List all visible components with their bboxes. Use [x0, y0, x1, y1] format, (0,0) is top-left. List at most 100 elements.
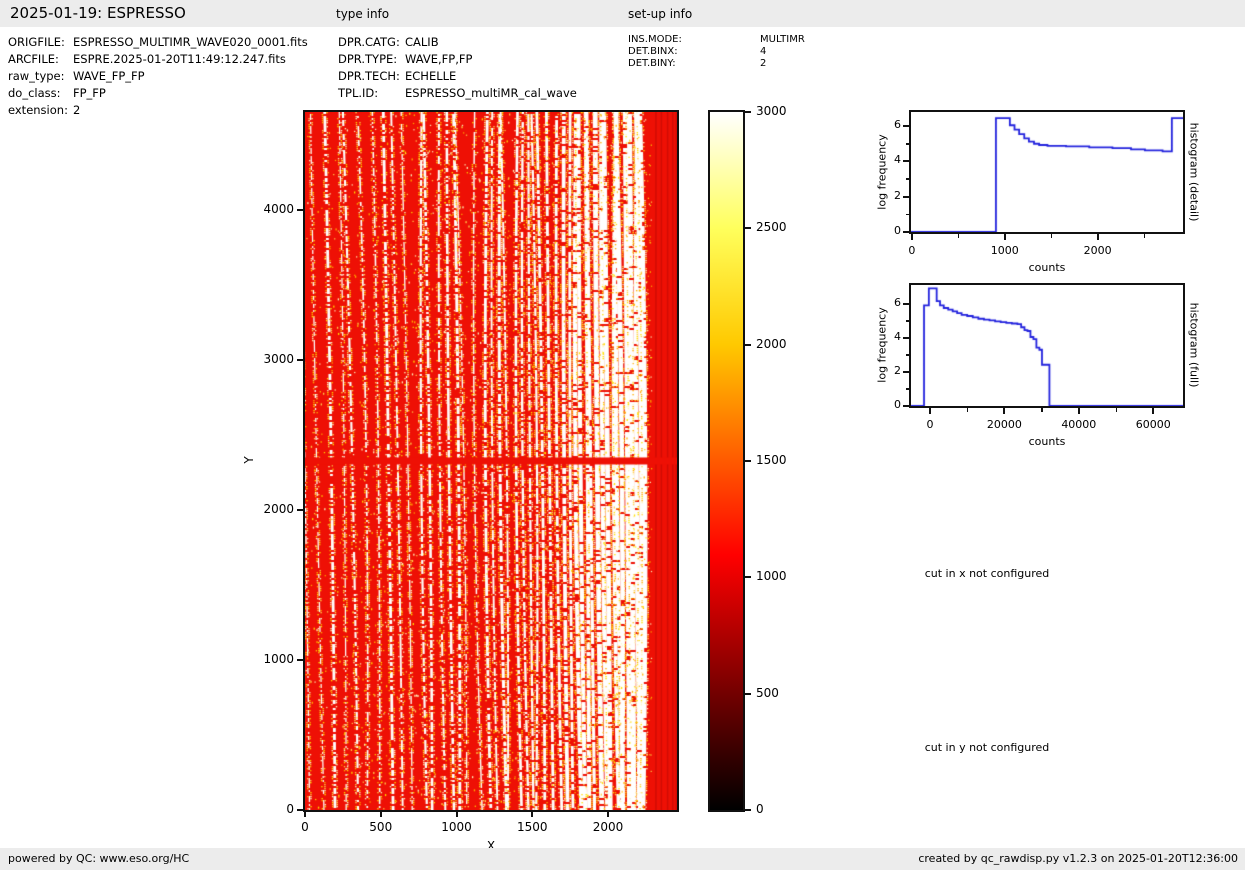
main-y-tick-label: 0	[250, 802, 294, 816]
hist-y-tick-label: 6	[873, 118, 901, 131]
field-label: DPR.TECH:	[338, 69, 400, 83]
hist-x-tick-label: 40000	[1061, 418, 1096, 431]
main-y-tick	[297, 509, 303, 511]
hist-x-tick-label: 2000	[1084, 244, 1112, 257]
colorbar-tick	[743, 111, 751, 113]
page-title: 2025-01-19: ESPRESSO	[10, 4, 186, 22]
main-x-tick-label: 2000	[593, 820, 624, 834]
colorbar-tick	[743, 809, 751, 811]
field-label: do_class:	[8, 86, 61, 100]
main-y-axis-label: Y	[242, 456, 256, 463]
hist-x-tick-label: 20000	[987, 418, 1022, 431]
hist-y-minor-tick	[906, 320, 910, 322]
hist-full-right-label: histogram (full)	[1188, 303, 1201, 388]
field-label: INS.MODE:	[628, 34, 682, 45]
main-x-tick	[304, 812, 306, 817]
field-value: WAVE_FP_FP	[73, 69, 145, 83]
hist-x-tick	[1003, 408, 1005, 414]
main-x-tick-label: 1000	[441, 820, 472, 834]
hist-y-tick	[903, 160, 909, 162]
footer-bar: powered by QC: www.eso.org/HC created by…	[0, 848, 1245, 870]
hist-x-minor-tick	[1041, 408, 1043, 412]
field-value: ECHELLE	[405, 69, 456, 83]
colorbar-tick	[743, 693, 751, 695]
main-x-tick-label: 1500	[517, 820, 548, 834]
type-info-header: type info	[336, 7, 389, 21]
main-x-tick	[456, 812, 458, 817]
footer-right-text: created by qc_rawdisp.py v1.2.3 on 2025-…	[918, 852, 1238, 865]
hist-full-x-label: counts	[1029, 435, 1066, 448]
hist-x-tick	[929, 408, 931, 414]
hist-y-tick	[903, 337, 909, 339]
main-y-tick-label: 3000	[250, 352, 294, 366]
colorbar-tick	[743, 460, 751, 462]
colorbar-tick-label: 0	[756, 802, 764, 816]
field-value: ESPRESSO_MULTIMR_WAVE020_0001.fits	[73, 35, 308, 49]
hist-x-tick-label: 1000	[991, 244, 1019, 257]
hist-detail-right-label: histogram (detail)	[1188, 123, 1201, 222]
colorbar-tick-label: 2500	[756, 220, 787, 234]
main-x-tick	[531, 812, 533, 817]
hist-x-tick-label: 0	[926, 418, 933, 431]
hist-x-tick	[1097, 234, 1099, 240]
colorbar-tick-label: 1500	[756, 453, 787, 467]
field-value: WAVE,FP,FP	[405, 52, 472, 66]
hist-x-minor-tick	[1116, 408, 1118, 412]
field-label: TPL.ID:	[338, 86, 378, 100]
colorbar-tick	[743, 227, 751, 229]
raw-image-plot	[303, 110, 679, 812]
main-x-tick	[607, 812, 609, 817]
field-label: DPR.TYPE:	[338, 52, 397, 66]
main-y-tick	[297, 659, 303, 661]
main-y-tick-label: 1000	[250, 652, 294, 666]
hist-x-tick-label: 0	[908, 244, 915, 257]
colorbar-tick	[743, 344, 751, 346]
setup-info-header: set-up info	[628, 7, 692, 21]
field-label: DET.BINX:	[628, 46, 678, 57]
hist-y-tick-label: 2	[873, 364, 901, 377]
field-label: ORIGFILE:	[8, 35, 65, 49]
hist-y-tick	[903, 196, 909, 198]
field-value: FP_FP	[73, 86, 106, 100]
hist-x-tick	[1152, 408, 1154, 414]
hist-x-tick	[911, 234, 913, 240]
hist-x-tick	[1004, 234, 1006, 240]
field-label: ARCFILE:	[8, 52, 59, 66]
field-value: 4	[760, 46, 766, 57]
hist-x-tick	[1078, 408, 1080, 414]
histogram-detail-canvas	[911, 112, 1183, 232]
histogram-detail-plot	[909, 110, 1185, 234]
hist-x-minor-tick	[958, 234, 960, 238]
cut-y-message: cut in y not configured	[925, 741, 1050, 754]
hist-y-tick-label: 2	[873, 189, 901, 202]
hist-x-minor-tick	[1144, 234, 1146, 238]
hist-y-tick	[903, 405, 909, 407]
colorbar-tick	[743, 576, 751, 578]
hist-y-tick	[903, 303, 909, 305]
hist-y-tick-label: 0	[873, 224, 901, 237]
hist-y-minor-tick	[906, 388, 910, 390]
hist-y-minor-tick	[906, 214, 910, 216]
main-x-tick-label: 500	[369, 820, 392, 834]
main-y-tick-label: 2000	[250, 502, 294, 516]
main-y-tick	[297, 359, 303, 361]
hist-y-tick-label: 6	[873, 296, 901, 309]
hist-y-tick	[903, 371, 909, 373]
hist-y-tick-label: 4	[873, 153, 901, 166]
main-x-tick	[380, 812, 382, 817]
field-value: 2	[760, 58, 766, 69]
field-value: ESPRESSO_multiMR_cal_wave	[405, 86, 577, 100]
hist-y-tick	[903, 125, 909, 127]
field-value: MULTIMR	[760, 34, 805, 45]
main-y-tick	[297, 209, 303, 211]
colorbar-tick-label: 1000	[756, 569, 787, 583]
field-value: 2	[73, 103, 80, 117]
hist-x-tick-label: 60000	[1136, 418, 1171, 431]
header-bar: 2025-01-19: ESPRESSO type info set-up in…	[0, 0, 1245, 27]
field-label: DPR.CATG:	[338, 35, 400, 49]
main-y-tick	[297, 809, 303, 811]
field-value: ESPRE.2025-01-20T11:49:12.247.fits	[73, 52, 286, 66]
hist-y-minor-tick	[906, 178, 910, 180]
qc-rawdisp-page: 2025-01-19: ESPRESSO type info set-up in…	[0, 0, 1245, 870]
main-y-tick-label: 4000	[250, 202, 294, 216]
